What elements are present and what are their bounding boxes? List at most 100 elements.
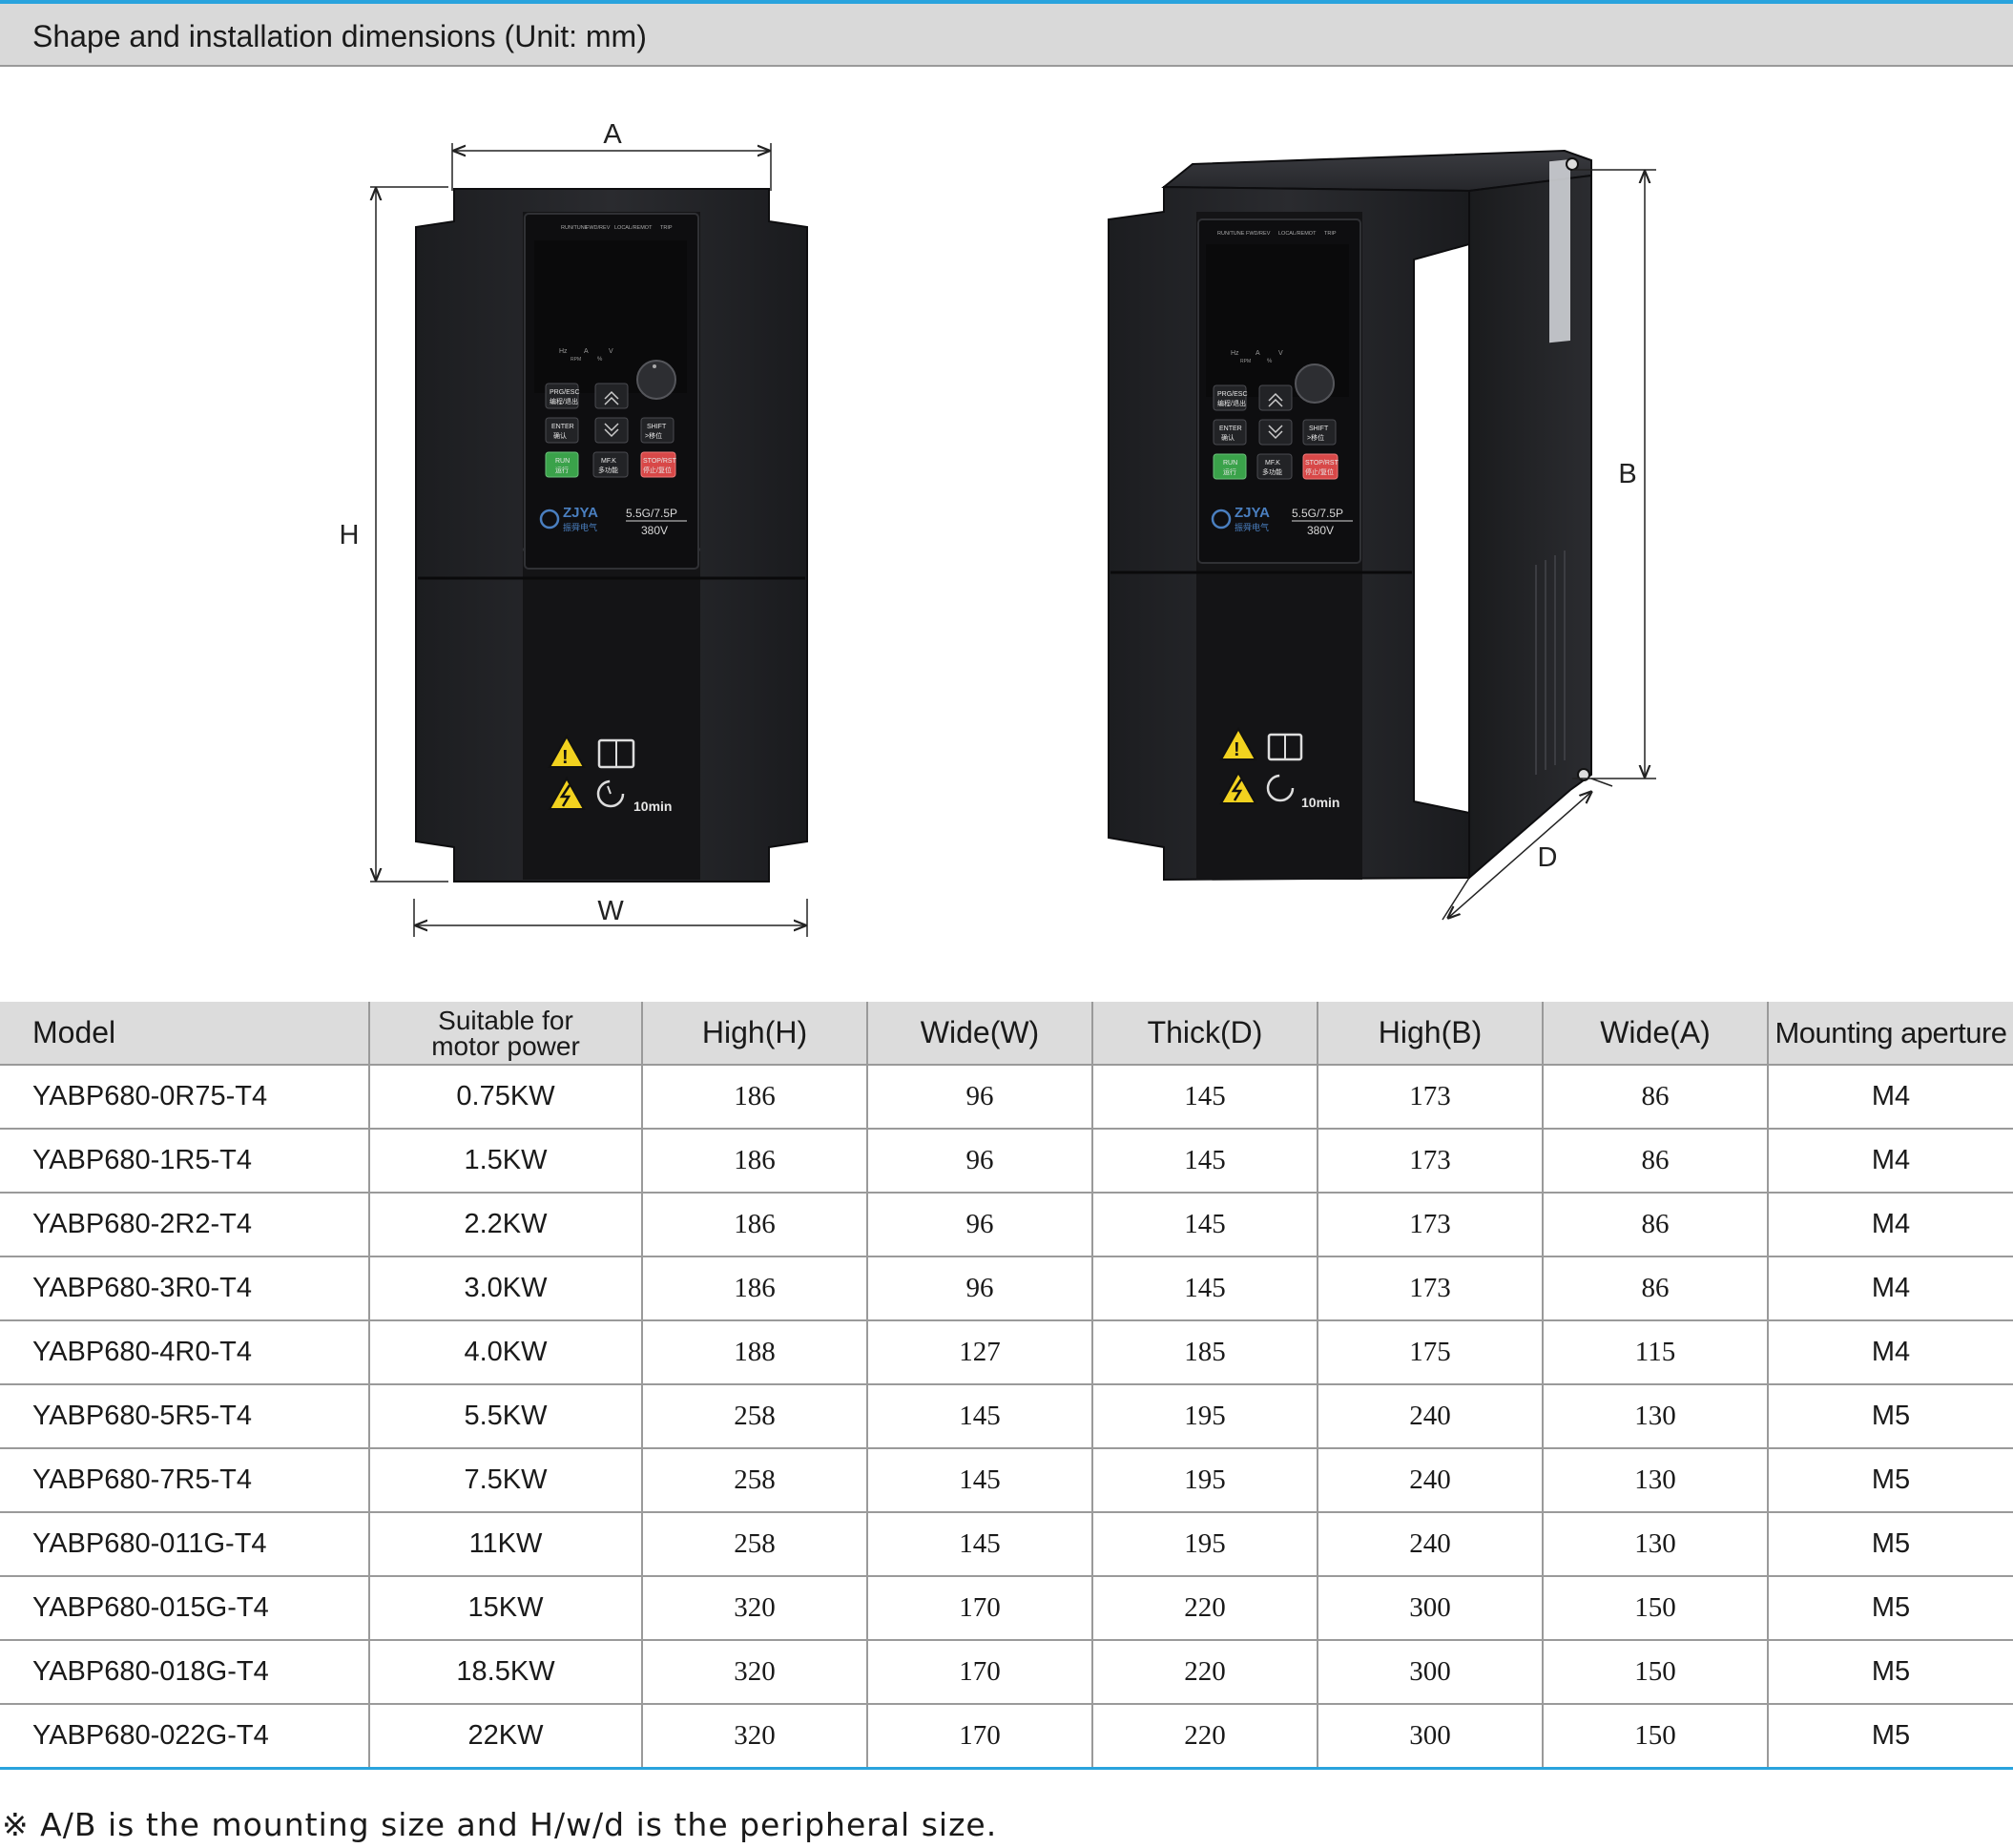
side-key-stop: STOP/RST [1305,460,1339,467]
table-row: YABP680-5R5-T4 5.5KW 258 145 195 240 130 M5 [0,1384,2013,1449]
cell-high-b: 173 [1318,1065,1544,1130]
cell-thick-d: 220 [1092,1704,1318,1770]
cell-high-b: 240 [1318,1512,1544,1577]
side-key-run-cn: 运行 [1223,467,1236,476]
cell-mounting-aperture: M4 [1768,1065,2013,1130]
cell-high-h: 320 [642,1704,868,1770]
cell-thick-d: 195 [1092,1512,1318,1577]
cell-wide-a: 86 [1543,1129,1769,1194]
front-rating: 5.5G/7.5P [626,507,677,520]
cell-high-b: 300 [1318,1640,1544,1705]
cell-wide-a: 86 [1543,1065,1769,1130]
section-title-bar: Shape and installation dimensions (Unit:… [0,4,2013,67]
cell-wide-a: 150 [1543,1704,1769,1770]
front-key-prg: PRG/ESC [550,389,580,396]
cell-model: YABP680-0R75-T4 [0,1065,370,1130]
header-high-b: High(B) [1318,1002,1544,1066]
side-led-local: LOCAL/REMOT [1278,231,1317,237]
cell-high-b: 240 [1318,1448,1544,1513]
cell-model: YABP680-1R5-T4 [0,1129,370,1194]
cell-model: YABP680-3R0-T4 [0,1256,370,1321]
dim-label-h: H [340,520,360,550]
cell-mounting-aperture: M5 [1768,1448,2013,1513]
cell-motor-power: 3.0KW [369,1256,643,1321]
front-key-run: RUN [555,458,570,465]
cell-high-h: 188 [642,1320,868,1385]
cell-wide-a: 86 [1543,1256,1769,1321]
cell-wide-w: 96 [867,1256,1093,1321]
cell-motor-power: 22KW [369,1704,643,1770]
cell-wide-w: 96 [867,1129,1093,1194]
table-row: YABP680-022G-T4 22KW 320 170 220 300 150 M5 [0,1704,2013,1770]
cell-wide-w: 170 [867,1704,1093,1770]
cell-model: YABP680-2R2-T4 [0,1193,370,1257]
cell-mounting-aperture: M5 [1768,1704,2013,1770]
cell-wide-w: 127 [867,1320,1093,1385]
cell-high-h: 258 [642,1448,868,1513]
cell-model: YABP680-5R5-T4 [0,1384,370,1449]
front-unit-a: A [584,348,589,355]
cell-mounting-aperture: M5 [1768,1576,2013,1641]
front-key-stop: STOP/RST [643,458,677,465]
cell-motor-power: 0.75KW [369,1065,643,1130]
header-motor-power: Suitable for motor power [369,1002,643,1066]
side-led-run: RUN/TUNE [1217,231,1245,237]
side-potentiometer-knob [1295,363,1335,404]
cell-thick-d: 195 [1092,1384,1318,1449]
front-voltage: 380V [641,524,668,537]
side-led-fwd: FWD/REV [1246,231,1271,237]
side-key-prg-cn: 编程/退出 [1217,399,1246,407]
side-key-enter-cn: 确认 [1221,433,1235,442]
front-unit-pct: % [597,357,603,363]
cell-mounting-aperture: M4 [1768,1320,2013,1385]
cell-wide-w: 145 [867,1384,1093,1449]
dim-label-w: W [597,896,624,926]
svg-text:!: ! [562,747,569,768]
side-view-drawing: RUN/TUNE FWD/REV LOCAL/REMOT TRIP Hz A V… [1108,149,1656,920]
cell-model: YABP680-015G-T4 [0,1576,370,1641]
cell-mounting-aperture: M5 [1768,1512,2013,1577]
side-key-shift-cn: >移位 [1307,433,1324,442]
cell-thick-d: 145 [1092,1065,1318,1130]
table-row: YABP680-011G-T4 11KW 258 145 195 240 130 M5 [0,1512,2013,1577]
cell-high-b: 240 [1318,1384,1544,1449]
cell-motor-power: 7.5KW [369,1448,643,1513]
cell-motor-power: 11KW [369,1512,643,1577]
cell-model: YABP680-4R0-T4 [0,1320,370,1385]
table-row: YABP680-4R0-T4 4.0KW 188 127 185 175 115 M4 [0,1320,2013,1385]
cell-high-b: 300 [1318,1704,1544,1770]
cell-thick-d: 220 [1092,1640,1318,1705]
side-voltage: 380V [1307,524,1334,537]
side-unit-rpm: RPM [1240,359,1251,364]
side-unit-v: V [1278,350,1283,357]
cell-high-h: 186 [642,1065,868,1130]
front-key-shift-cn: >移位 [645,431,662,440]
cell-high-b: 173 [1318,1256,1544,1321]
cell-high-h: 258 [642,1384,868,1449]
header-wide-a: Wide(A) [1543,1002,1769,1066]
side-discharge-time: 10min [1301,795,1339,810]
cell-high-h: 320 [642,1640,868,1705]
side-key-enter: ENTER [1219,426,1242,432]
cell-model: YABP680-018G-T4 [0,1640,370,1705]
header-wide-w: Wide(W) [867,1002,1093,1066]
cell-wide-a: 115 [1543,1320,1769,1385]
side-key-prg: PRG/ESC [1217,391,1248,398]
cell-thick-d: 195 [1092,1448,1318,1513]
cell-wide-a: 130 [1543,1384,1769,1449]
cell-model: YABP680-011G-T4 [0,1512,370,1577]
cell-thick-d: 145 [1092,1256,1318,1321]
cell-high-h: 320 [642,1576,868,1641]
table-row: YABP680-018G-T4 18.5KW 320 170 220 300 150 M5 [0,1640,2013,1705]
front-key-run-cn: 运行 [555,466,569,474]
cell-wide-a: 130 [1543,1512,1769,1577]
side-unit-pct: % [1267,359,1273,364]
cell-thick-d: 220 [1092,1576,1318,1641]
footnote: ※ A/B is the mounting size and H/w/d is … [2,1806,998,1843]
cell-wide-a: 130 [1543,1448,1769,1513]
front-unit-hz: Hz [559,348,568,355]
table-header-row: Model Suitable for motor power High(H) W… [0,1002,2013,1066]
cell-high-b: 300 [1318,1576,1544,1641]
cell-high-h: 258 [642,1512,868,1577]
cell-model: YABP680-022G-T4 [0,1704,370,1770]
